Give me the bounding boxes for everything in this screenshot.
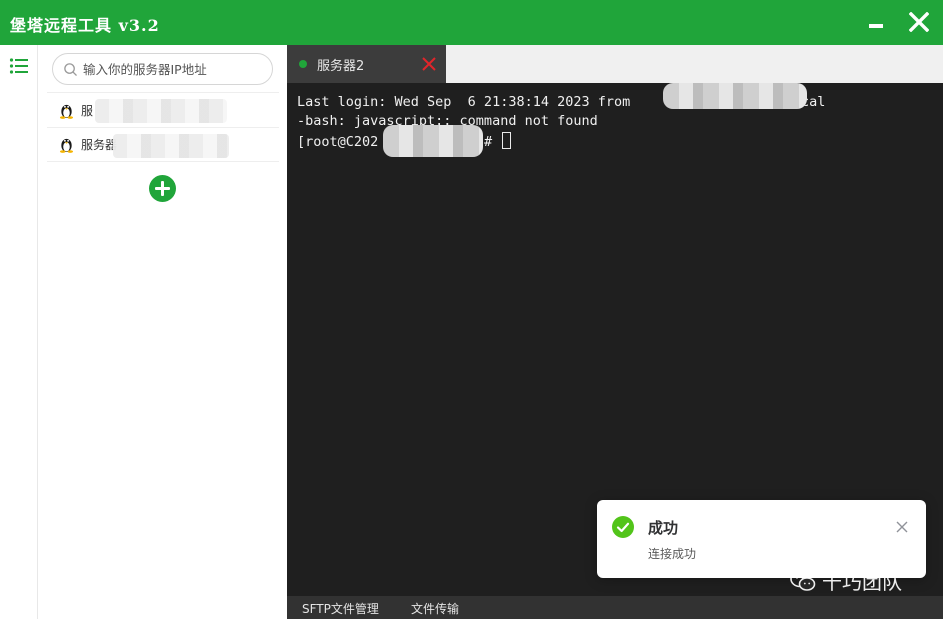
minimize-button[interactable]: [861, 7, 891, 37]
file-transfer-button[interactable]: 文件传输: [411, 600, 459, 617]
minimize-icon: [869, 24, 883, 28]
server-list-item[interactable]: 服务器: [47, 127, 279, 162]
bottom-bar: SFTP文件管理 文件传输: [287, 596, 943, 619]
redacted-mask: [95, 99, 227, 123]
redacted-mask: [113, 134, 229, 158]
watermark-text: 千巧团队: [822, 570, 902, 594]
redacted-mask: [663, 83, 807, 109]
connection-status-dot: [299, 60, 307, 68]
server-name: 服: [81, 103, 94, 118]
linux-tux-icon: [59, 104, 74, 119]
sftp-manager-button[interactable]: SFTP文件管理: [302, 600, 379, 617]
toast-close-icon[interactable]: [895, 520, 909, 534]
check-circle-icon: [612, 516, 634, 538]
server-list-item[interactable]: 服: [47, 92, 279, 127]
nav-strip: [0, 45, 38, 619]
tab-label: 服务器2: [317, 59, 365, 74]
close-icon: [909, 12, 929, 32]
add-server-button[interactable]: [149, 175, 176, 202]
app-title: 堡塔远程工具 v3.2: [10, 16, 160, 35]
close-window-button[interactable]: [904, 7, 934, 37]
toast-message: 连接成功: [648, 547, 697, 561]
toast-title: 成功: [648, 519, 679, 537]
title-bar: 堡塔远程工具 v3.2: [0, 0, 943, 45]
search-box[interactable]: [52, 53, 273, 85]
server-panel: 服 服务器: [39, 45, 287, 619]
close-x-icon[interactable]: [421, 56, 437, 72]
search-input[interactable]: [83, 59, 263, 79]
wechat-icon: [790, 570, 816, 591]
linux-tux-icon: [59, 138, 74, 153]
watermark: 千巧团队: [790, 566, 902, 595]
terminal-cursor: [502, 132, 512, 149]
tab-bar: 服务器2: [287, 45, 943, 83]
tab-server2[interactable]: 服务器2: [287, 45, 446, 83]
server-name: 服务器: [81, 138, 118, 152]
redacted-mask: [383, 125, 483, 157]
server-list: 服 服务器: [47, 92, 279, 162]
list-icon[interactable]: [9, 57, 29, 75]
search-icon: [64, 63, 77, 76]
